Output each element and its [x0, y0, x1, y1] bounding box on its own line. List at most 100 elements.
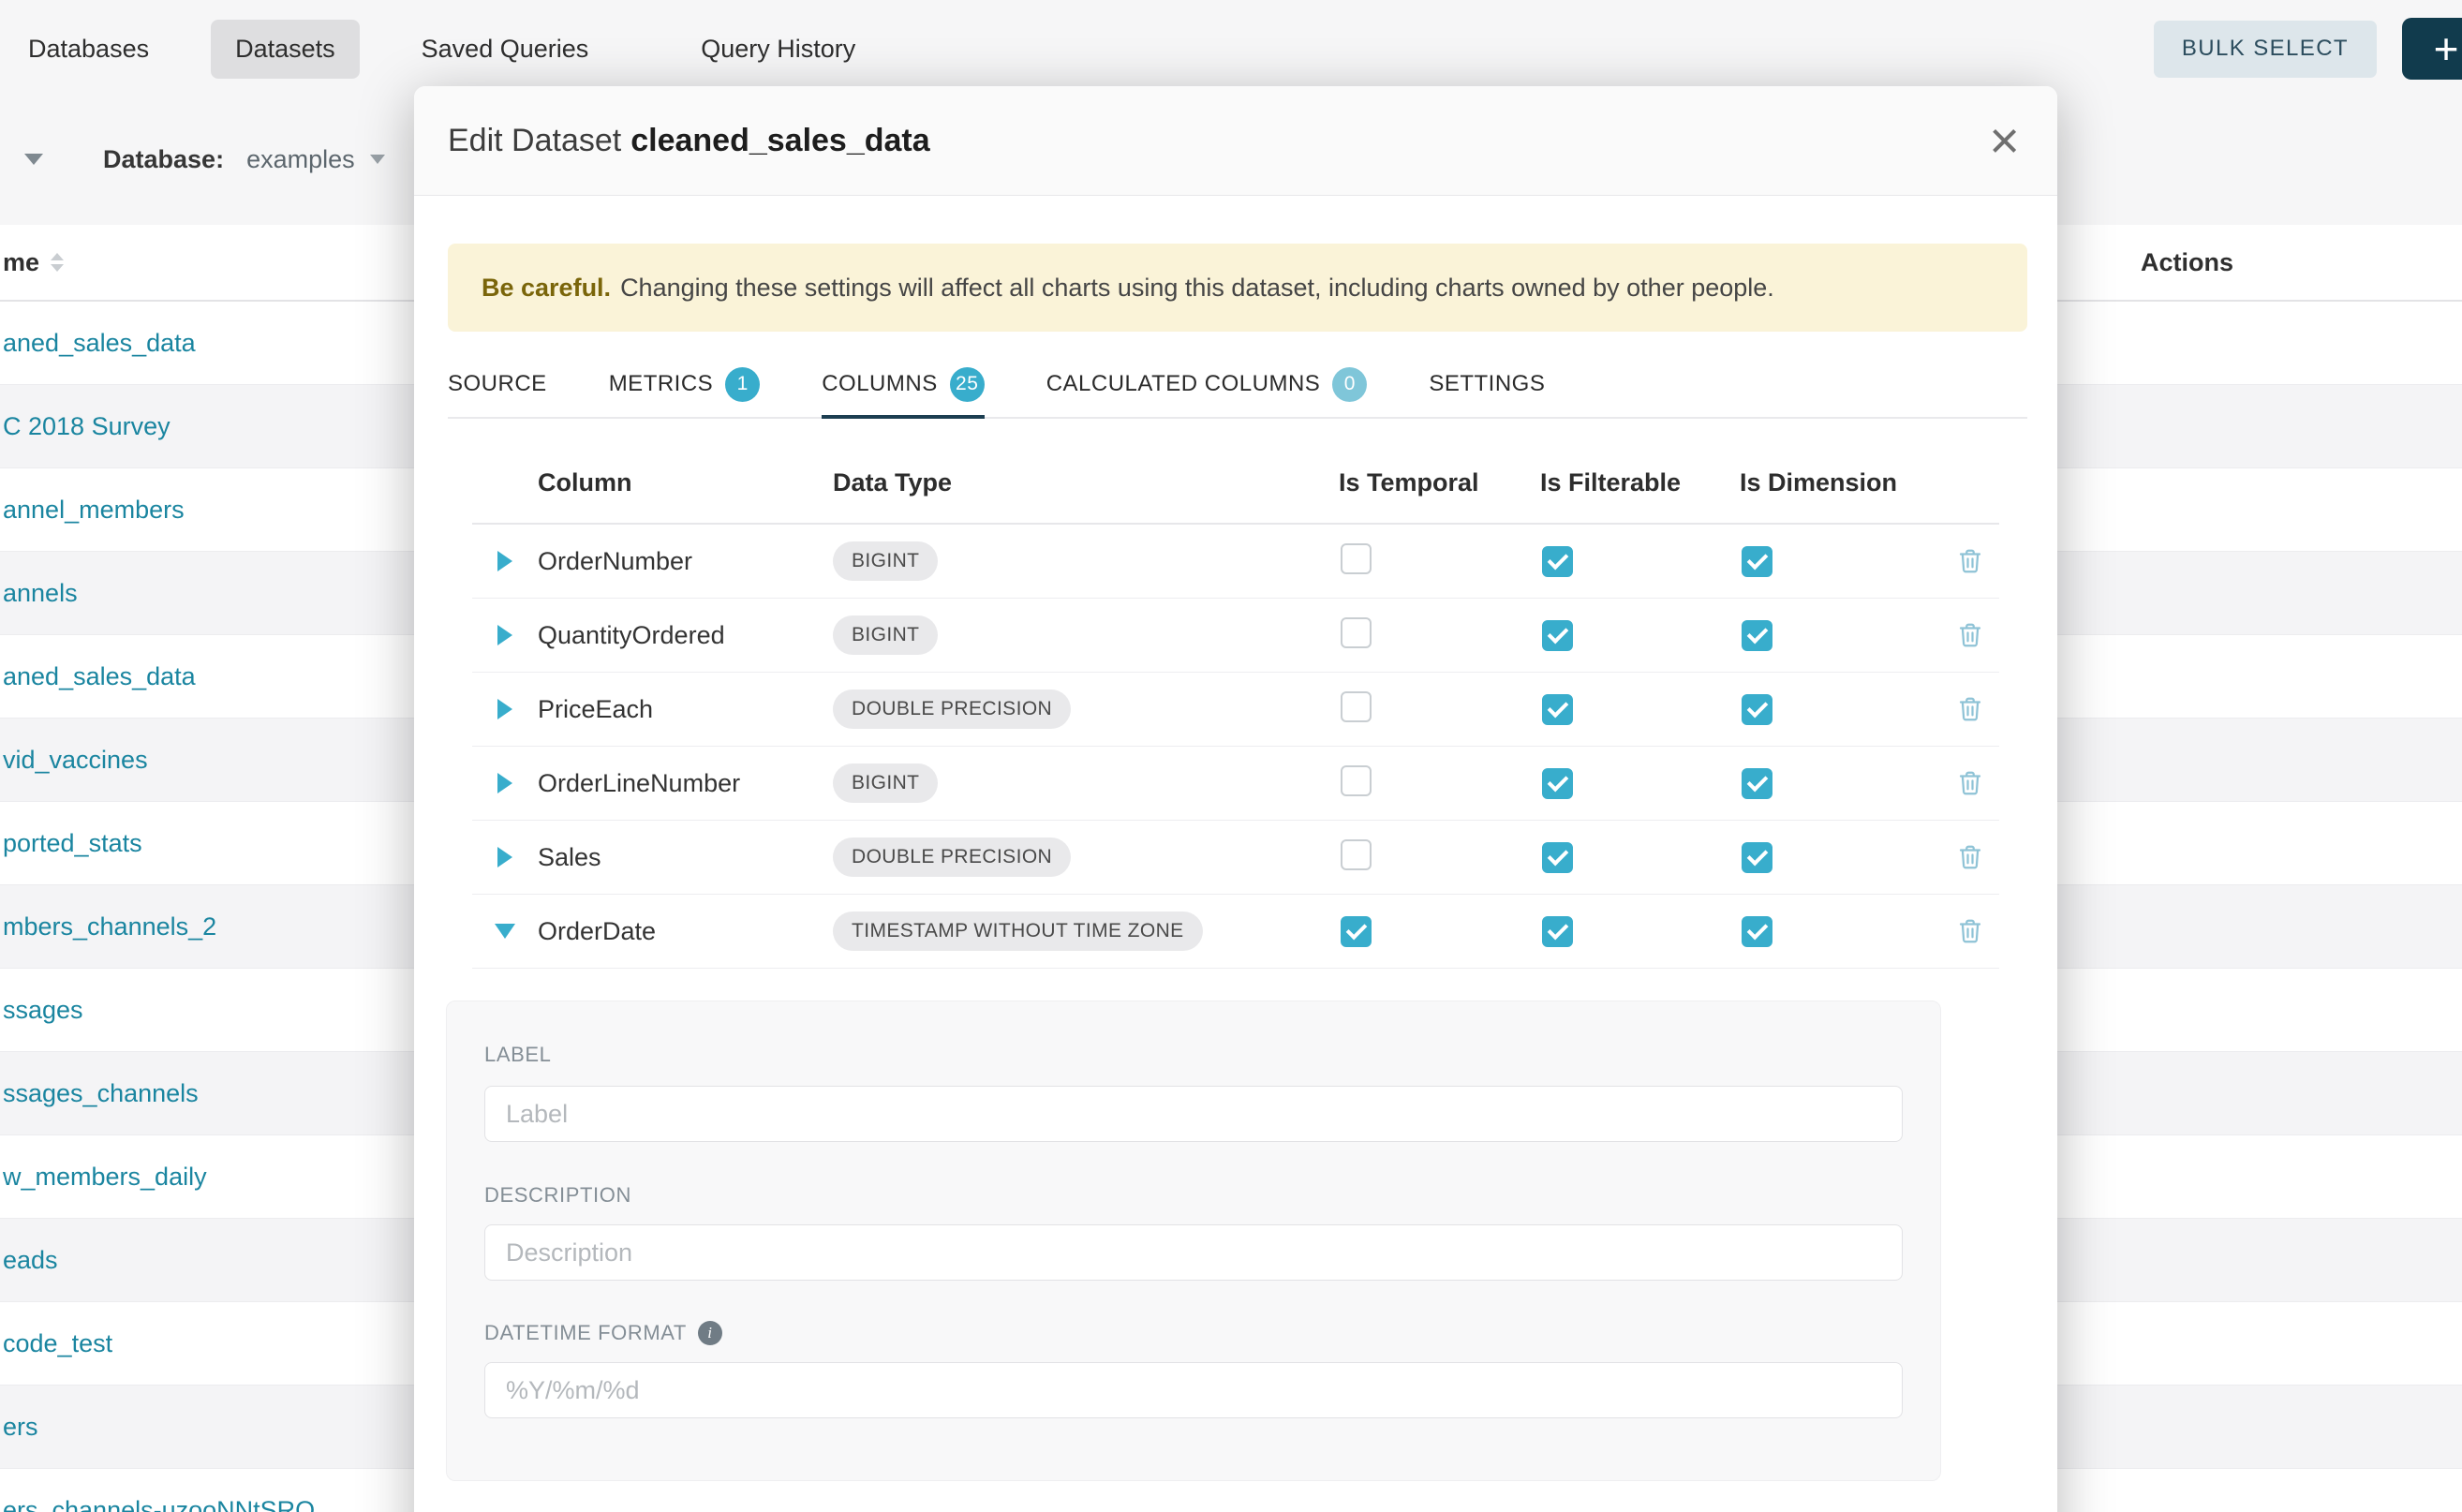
expand-caret-icon[interactable]: [497, 699, 512, 719]
is-dimension-checkbox[interactable]: [1742, 916, 1772, 947]
modal-title-dataset: cleaned_sales_data: [630, 123, 929, 158]
calculated-columns-count-badge: 0: [1332, 367, 1367, 402]
column-name: OrderDate: [538, 917, 833, 946]
column-name: Sales: [538, 843, 833, 872]
expand-caret-icon[interactable]: [497, 625, 512, 645]
dataset-link[interactable]: ssages_channels: [3, 1079, 199, 1108]
tab-label: COLUMNS: [822, 371, 938, 397]
dataset-link[interactable]: ers: [3, 1413, 38, 1442]
dataset-link[interactable]: aned_sales_data: [3, 662, 196, 691]
database-filter-value[interactable]: examples: [246, 145, 355, 174]
dataset-link[interactable]: vid_vaccines: [3, 746, 148, 775]
columns-table-header: Column Data Type Is Temporal Is Filterab…: [472, 442, 1999, 525]
tab-calculated-columns[interactable]: CALCULATED COLUMNS 0: [1046, 353, 1368, 419]
nav-tab-query-history[interactable]: Query History: [676, 20, 880, 79]
delete-icon[interactable]: [1956, 769, 1984, 797]
add-dataset-button[interactable]: +: [2402, 18, 2462, 80]
tab-label: METRICS: [609, 371, 714, 397]
delete-icon[interactable]: [1956, 621, 1984, 649]
collapse-caret-icon[interactable]: [495, 924, 515, 939]
data-type-pill: DOUBLE PRECISION: [833, 689, 1071, 729]
close-icon[interactable]: ×: [1989, 114, 2020, 167]
tab-settings[interactable]: SETTINGS: [1429, 353, 1545, 419]
is-filterable-checkbox[interactable]: [1542, 620, 1573, 651]
delete-icon[interactable]: [1956, 547, 1984, 575]
datetime-format-label-text: DATETIME FORMAT: [484, 1321, 687, 1345]
is-filterable-checkbox[interactable]: [1542, 546, 1573, 577]
column-row: OrderLineNumber BIGINT: [472, 747, 1999, 821]
data-type-pill: TIMESTAMP WITHOUT TIME ZONE: [833, 912, 1203, 951]
dataset-link[interactable]: ers_channels-uzooNNtSRO: [3, 1496, 315, 1512]
label-input[interactable]: [484, 1086, 1903, 1142]
dataset-link[interactable]: annel_members: [3, 496, 185, 525]
is-dimension-checkbox[interactable]: [1742, 546, 1772, 577]
columns-table: Column Data Type Is Temporal Is Filterab…: [472, 442, 1999, 969]
is-dimension-header: Is Dimension: [1740, 468, 1950, 497]
warning-text: Changing these settings will affect all …: [620, 274, 1774, 303]
datetime-format-input[interactable]: [484, 1362, 1903, 1418]
is-temporal-checkbox[interactable]: [1341, 691, 1372, 722]
expand-caret-icon[interactable]: [497, 847, 512, 867]
dataset-link[interactable]: C 2018 Survey: [3, 412, 171, 441]
is-dimension-checkbox[interactable]: [1742, 842, 1772, 873]
data-type-pill: BIGINT: [833, 763, 938, 803]
bulk-select-button[interactable]: BULK SELECT: [2154, 21, 2377, 78]
chevron-down-icon[interactable]: [370, 155, 385, 164]
info-icon[interactable]: i: [698, 1321, 722, 1345]
column-name: PriceEach: [538, 695, 833, 724]
tab-metrics[interactable]: METRICS 1: [609, 353, 761, 419]
column-row: PriceEach DOUBLE PRECISION: [472, 673, 1999, 747]
columns-count-badge: 25: [950, 367, 985, 402]
is-filterable-checkbox[interactable]: [1542, 916, 1573, 947]
nav-tab-datasets[interactable]: Datasets: [211, 20, 360, 79]
is-filterable-checkbox[interactable]: [1542, 694, 1573, 725]
modal-header: Edit Datasetcleaned_sales_data ×: [414, 86, 2057, 196]
tab-source[interactable]: SOURCE: [448, 353, 547, 419]
datetime-format-field-label: DATETIME FORMAT i: [484, 1321, 722, 1345]
delete-icon[interactable]: [1956, 917, 1984, 945]
is-temporal-checkbox[interactable]: [1341, 765, 1372, 796]
is-temporal-checkbox[interactable]: [1341, 617, 1372, 648]
nav-tab-databases[interactable]: Databases: [4, 20, 173, 79]
top-nav: Databases Datasets Saved Queries Query H…: [0, 0, 2462, 97]
expand-caret-icon[interactable]: [497, 773, 512, 793]
dataset-link[interactable]: annels: [3, 579, 78, 608]
dataset-link[interactable]: mbers_channels_2: [3, 912, 216, 941]
modal-tabs: SOURCE METRICS 1 COLUMNS 25 CALCULATED C…: [448, 353, 2027, 419]
column-row: QuantityOrdered BIGINT: [472, 599, 1999, 673]
is-temporal-checkbox[interactable]: [1341, 543, 1372, 574]
delete-icon[interactable]: [1956, 843, 1984, 871]
data-type-pill: BIGINT: [833, 541, 938, 581]
is-dimension-checkbox[interactable]: [1742, 694, 1772, 725]
column-name: OrderNumber: [538, 547, 833, 576]
dataset-link[interactable]: ported_stats: [3, 829, 142, 858]
name-column-header[interactable]: me: [3, 248, 39, 277]
is-temporal-checkbox[interactable]: [1341, 839, 1372, 870]
column-row: OrderNumber BIGINT: [472, 525, 1999, 599]
description-input[interactable]: [484, 1224, 1903, 1281]
chevron-down-icon[interactable]: [24, 154, 43, 165]
dataset-link[interactable]: eads: [3, 1246, 58, 1275]
nav-tab-saved-queries[interactable]: Saved Queries: [397, 20, 614, 79]
dataset-link[interactable]: ssages: [3, 996, 83, 1025]
app-screen: Databases Datasets Saved Queries Query H…: [0, 0, 2462, 1512]
tab-label: SOURCE: [448, 371, 547, 397]
nav-right-actions: BULK SELECT +: [2154, 18, 2462, 80]
warning-banner: Be careful. Changing these settings will…: [448, 244, 2027, 332]
dataset-link[interactable]: code_test: [3, 1329, 112, 1358]
expand-caret-icon[interactable]: [497, 551, 512, 571]
column-row: OrderDate TIMESTAMP WITHOUT TIME ZONE: [472, 895, 1999, 969]
is-dimension-checkbox[interactable]: [1742, 768, 1772, 799]
is-filterable-checkbox[interactable]: [1542, 768, 1573, 799]
column-detail-panel: LABEL DESCRIPTION DATETIME FORMAT i: [446, 1001, 1941, 1481]
is-temporal-checkbox[interactable]: [1341, 916, 1372, 947]
dataset-link[interactable]: w_members_daily: [3, 1163, 207, 1192]
dataset-link[interactable]: aned_sales_data: [3, 329, 196, 358]
is-filterable-checkbox[interactable]: [1542, 842, 1573, 873]
sort-icon[interactable]: [51, 253, 64, 272]
delete-icon[interactable]: [1956, 695, 1984, 723]
column-row: Sales DOUBLE PRECISION: [472, 821, 1999, 895]
data-type-header: Data Type: [833, 468, 1339, 497]
tab-columns[interactable]: COLUMNS 25: [822, 353, 985, 419]
is-dimension-checkbox[interactable]: [1742, 620, 1772, 651]
